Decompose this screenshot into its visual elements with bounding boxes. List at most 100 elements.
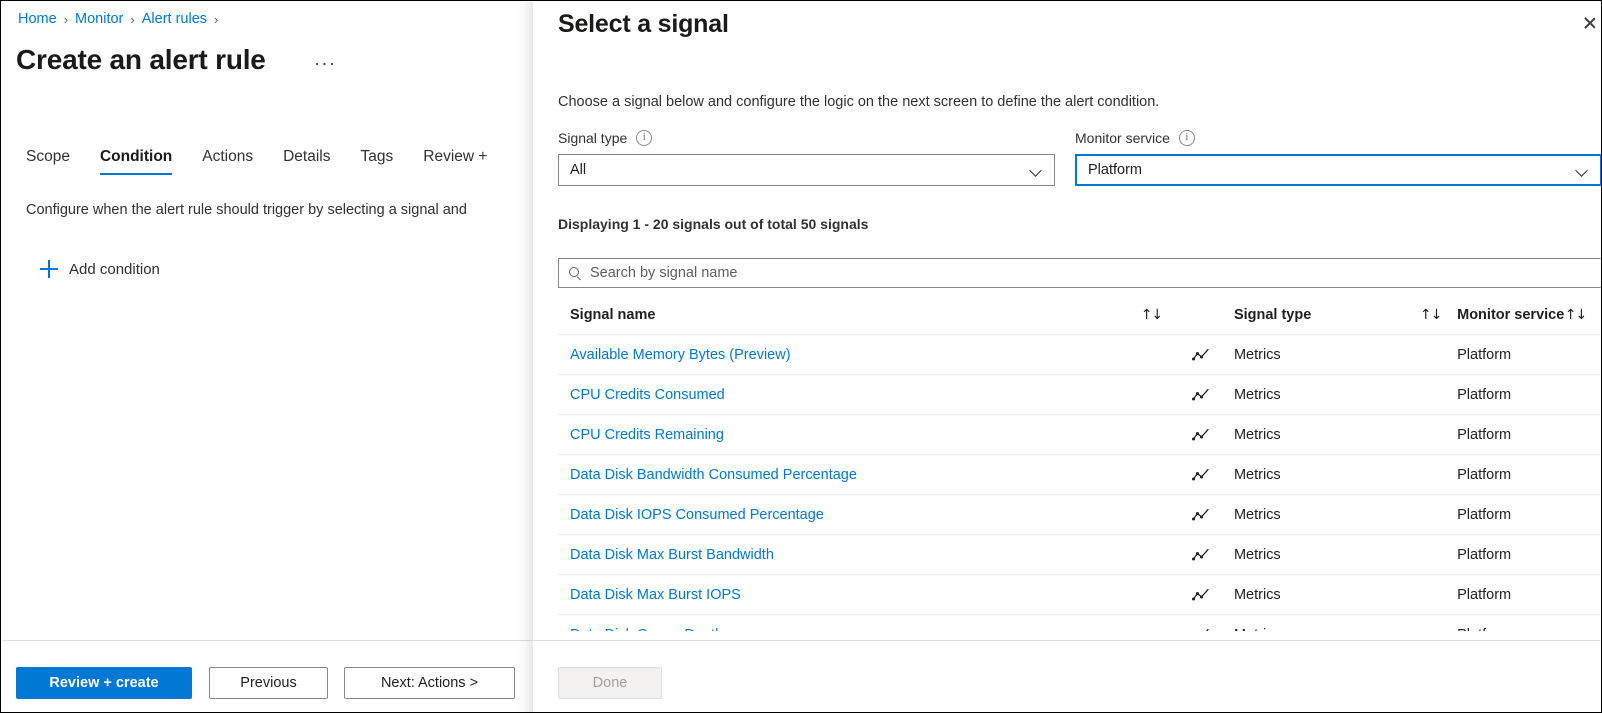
signal-type-cell: Metrics <box>1234 627 1420 632</box>
table-row[interactable]: CPU Credits Consumed Metrics Platform <box>558 375 1601 415</box>
search-input[interactable] <box>590 259 1572 287</box>
signal-name-link[interactable]: CPU Credits Consumed <box>570 387 725 403</box>
signal-type-cell: Metrics <box>1233 426 1281 443</box>
search-icon <box>568 266 582 280</box>
monitor-service-label: Monitor service i <box>1075 130 1195 146</box>
metrics-line-chart-icon <box>1180 508 1234 522</box>
metrics-line-chart-icon <box>1180 548 1234 562</box>
metrics-line-chart-icon <box>1180 588 1234 602</box>
app-window: Home › Monitor › Alert rules › Create an… <box>0 0 1602 713</box>
signal-name-cell: Data Disk Max Burst IOPS <box>558 587 1141 603</box>
info-icon[interactable]: i <box>1178 130 1195 146</box>
signal-name-link[interactable]: Data Disk Bandwidth Consumed Percentage <box>570 467 857 483</box>
signal-type-cell: Metrics <box>1233 506 1281 523</box>
monitor-service-cell: Platform <box>1457 386 1512 403</box>
monitor-service-cell: Platform <box>1457 627 1565 632</box>
condition-description: Configure when the alert rule should tri… <box>26 202 467 218</box>
breadcrumb-item-alert-rules[interactable]: Alert rules <box>142 11 207 27</box>
sort-icon-signal-type[interactable]: ↑↓ <box>1420 307 1442 323</box>
signal-name-link[interactable]: CPU Credits Remaining <box>570 427 724 443</box>
breadcrumb-separator-icon: › <box>63 11 69 27</box>
tab-condition[interactable]: Condition <box>99 148 173 175</box>
table-row[interactable]: Data Disk Queue Depth Metrics Platform <box>558 615 1601 632</box>
table-row[interactable]: Data Disk IOPS Consumed Percentage Metric… <box>558 495 1601 535</box>
signal-type-dropdown[interactable]: All <box>558 154 1055 186</box>
add-condition-label: Add condition <box>69 260 160 278</box>
signal-type-cell: Metrics <box>1233 346 1281 363</box>
column-header-signal-type[interactable]: Signal type <box>1234 307 1420 323</box>
tab-review-create[interactable]: Review + <box>423 148 487 175</box>
blade-footer: Review + create Previous Next: Actions > <box>2 640 532 712</box>
tab-scope[interactable]: Scope <box>26 148 70 175</box>
flyout-title: Select a signal <box>558 10 729 38</box>
signal-name-cell: CPU Credits Consumed <box>558 387 1141 403</box>
chevron-down-icon <box>1030 164 1042 176</box>
table-row[interactable]: Data Disk Max Burst Bandwidth Metrics Plat… <box>558 535 1601 575</box>
more-options-icon[interactable]: ··· <box>314 53 336 74</box>
breadcrumb-item-home[interactable]: Home <box>18 11 57 27</box>
table-row[interactable]: Available Memory Bytes (Preview) Metrics P… <box>558 335 1601 375</box>
signal-name-cell: Data Disk Queue Depth <box>558 627 1141 632</box>
monitor-service-cell: Platform <box>1457 346 1512 363</box>
sort-icon-signal-name[interactable]: ↑↓ <box>1141 307 1163 323</box>
plus-icon <box>40 260 58 278</box>
signal-name-link[interactable]: Data Disk Max Burst IOPS <box>570 587 741 603</box>
signal-name-cell: CPU Credits Remaining <box>558 427 1141 443</box>
signals-table: Signal name ↑↓ Signal type ↑↓ Monitor se… <box>558 295 1601 632</box>
breadcrumb: Home › Monitor › Alert rules › <box>18 11 225 27</box>
page-title: Create an alert rule <box>16 44 266 75</box>
tab-tags[interactable]: Tags <box>361 148 394 175</box>
monitor-service-cell: Platform <box>1457 546 1512 563</box>
signal-name-cell: Data Disk IOPS Consumed Percentage <box>558 507 1141 523</box>
monitor-service-cell: Platform <box>1457 426 1512 443</box>
tab-actions[interactable]: Actions <box>202 148 253 175</box>
signal-name-cell: Available Memory Bytes (Preview) <box>558 347 1141 363</box>
table-header-row: Signal name ↑↓ Signal type ↑↓ Monitor se… <box>558 295 1601 335</box>
signal-name-link[interactable]: Data Disk IOPS Consumed Percentage <box>570 507 824 523</box>
tab-details[interactable]: Details <box>283 148 330 175</box>
signal-type-value: All <box>570 162 587 178</box>
breadcrumb-separator-icon: › <box>214 11 219 27</box>
flyout-description: Choose a signal below and configure the … <box>558 94 1160 110</box>
table-body: Available Memory Bytes (Preview) Metrics P… <box>558 335 1601 632</box>
breadcrumb-separator-icon: › <box>130 11 135 27</box>
monitor-service-cell: Platform <box>1457 586 1512 603</box>
metrics-line-chart-icon <box>1180 428 1234 442</box>
column-header-monitor-service[interactable]: Monitor service <box>1457 307 1565 323</box>
monitor-service-dropdown[interactable]: Platform <box>1075 154 1601 186</box>
breadcrumb-item-monitor[interactable]: Monitor <box>75 11 123 27</box>
results-count-label: Displaying 1 - 20 signals out of total 5… <box>558 216 869 232</box>
signal-name-link[interactable]: Available Memory Bytes (Preview) <box>570 347 791 363</box>
table-row[interactable]: Data Disk Bandwidth Consumed Percentage M… <box>558 455 1601 495</box>
table-row[interactable]: Data Disk Max Burst IOPS Metrics Platform <box>558 575 1601 615</box>
signal-type-cell: Metrics <box>1233 546 1281 563</box>
info-icon[interactable]: i <box>636 130 653 146</box>
signal-name-link[interactable]: Data Disk Max Burst Bandwidth <box>570 547 774 563</box>
previous-button[interactable]: Previous <box>209 667 328 699</box>
sort-icon-monitor-service[interactable]: ↑↓ <box>1565 307 1587 323</box>
next-actions-button[interactable]: Next: Actions > <box>344 667 515 699</box>
monitor-service-label-text: Monitor service <box>1075 130 1170 146</box>
table-row[interactable]: CPU Credits Remaining Metrics Platform <box>558 415 1601 455</box>
done-button[interactable]: Done <box>558 667 662 699</box>
metrics-line-chart-icon <box>1180 348 1234 362</box>
signal-type-label: Signal type i <box>558 130 653 146</box>
search-signal-box[interactable] <box>558 258 1601 288</box>
signal-type-label-text: Signal type <box>558 130 628 146</box>
signal-name-cell: Data Disk Max Burst Bandwidth <box>558 547 1141 563</box>
signal-name-link[interactable]: Data Disk Queue Depth <box>570 627 723 632</box>
monitor-service-value: Platform <box>1088 162 1142 178</box>
metrics-line-chart-icon <box>1180 468 1234 482</box>
metrics-line-chart-icon <box>1180 388 1234 402</box>
signal-type-cell: Metrics <box>1233 466 1281 483</box>
create-alert-rule-blade: Home › Monitor › Alert rules › Create an… <box>2 2 532 712</box>
metrics-line-chart-icon <box>1180 628 1234 631</box>
select-signal-flyout: Select a signal Choose a signal below an… <box>533 2 1601 712</box>
signal-type-cell: Metrics <box>1233 386 1281 403</box>
review-create-button[interactable]: Review + create <box>16 667 192 699</box>
column-header-signal-name[interactable]: Signal name <box>558 307 1141 323</box>
close-icon[interactable] <box>1582 16 1596 30</box>
chevron-down-icon <box>1576 164 1588 176</box>
add-condition-button[interactable]: Add condition <box>40 260 160 278</box>
blade-tabs: Scope Condition Actions Details Tags Rev… <box>26 148 517 175</box>
